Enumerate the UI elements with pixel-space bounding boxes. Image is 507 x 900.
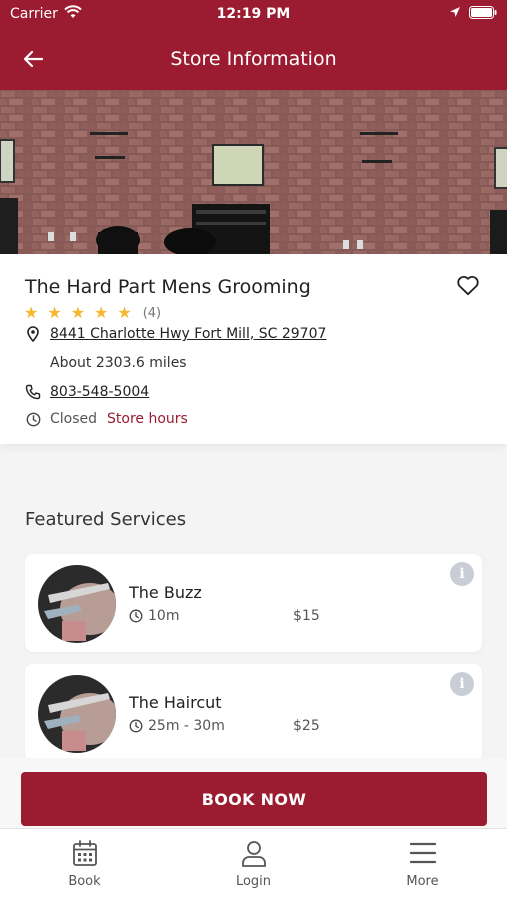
service-thumbnail — [38, 675, 116, 753]
phone-icon — [25, 384, 41, 400]
store-name: The Hard Part Mens Grooming — [25, 276, 311, 298]
tab-more[interactable]: More — [338, 829, 507, 900]
tab-login-label: Login — [235, 874, 272, 889]
wifi-icon — [64, 5, 82, 23]
tab-bar: Book Login More — [0, 828, 507, 900]
service-duration: 10m — [129, 608, 179, 624]
page-title: Store Information — [170, 48, 337, 70]
phone-row: 803-548-5004 — [25, 384, 149, 400]
rating-stars: ★ ★ ★ ★ ★ (4) — [24, 304, 161, 322]
service-card[interactable]: The Buzz 10m $15 i — [25, 554, 482, 652]
book-now-area: BOOK NOW — [0, 758, 507, 828]
clock-icon — [25, 411, 41, 427]
star-icon: ★ — [47, 303, 62, 322]
user-icon — [239, 838, 269, 868]
address-row: 8441 Charlotte Hwy Fort Mill, SC 29707 — [25, 326, 326, 342]
back-button[interactable] — [18, 44, 48, 74]
tab-login[interactable]: Login — [169, 829, 338, 900]
back-arrow-icon — [23, 50, 43, 68]
service-thumbnail — [38, 565, 116, 643]
distance-text: About 2303.6 miles — [50, 355, 187, 371]
tab-book[interactable]: Book — [0, 829, 169, 900]
tab-book-label: Book — [68, 874, 101, 889]
heart-icon — [457, 276, 479, 296]
service-name: The Haircut — [129, 693, 222, 712]
store-hours-link[interactable]: Store hours — [107, 411, 188, 427]
star-icon: ★ — [94, 303, 109, 322]
hours-row: Closed Store hours — [25, 411, 188, 427]
phone-link[interactable]: 803-548-5004 — [50, 384, 149, 400]
app-header: Carrier 12:19 PM Store Information — [0, 0, 507, 90]
store-info-card: The Hard Part Mens Grooming ★ ★ ★ ★ ★ (4… — [0, 254, 507, 444]
service-duration-text: 25m - 30m — [148, 718, 225, 734]
star-icon: ★ — [24, 303, 39, 322]
calendar-icon — [70, 838, 100, 868]
featured-services-title: Featured Services — [25, 509, 187, 530]
info-icon[interactable]: i — [450, 672, 474, 696]
distance-row: About 2303.6 miles — [50, 355, 187, 371]
map-pin-icon — [25, 326, 41, 342]
store-status: Closed — [50, 411, 98, 427]
carrier-label: Carrier — [10, 6, 58, 22]
service-duration: 25m - 30m — [129, 718, 225, 734]
service-name: The Buzz — [129, 583, 202, 602]
status-bar: Carrier 12:19 PM — [0, 0, 507, 28]
clock-icon — [129, 719, 143, 733]
service-duration-text: 10m — [148, 608, 180, 624]
menu-icon — [408, 838, 438, 868]
info-icon[interactable]: i — [450, 562, 474, 586]
service-card[interactable]: The Haircut 25m - 30m $25 i — [25, 664, 482, 762]
nav-bar: Store Information — [0, 28, 507, 90]
battery-icon — [469, 5, 497, 23]
rating-count: (4) — [142, 305, 162, 321]
service-price: $15 — [293, 608, 320, 624]
star-icon: ★ — [70, 303, 86, 322]
service-price: $25 — [293, 718, 320, 734]
store-photo — [0, 90, 507, 254]
star-icon: ★ — [117, 303, 132, 322]
location-arrow-icon — [449, 6, 461, 22]
address-link[interactable]: 8441 Charlotte Hwy Fort Mill, SC 29707 — [50, 326, 326, 342]
book-now-button[interactable]: BOOK NOW — [21, 772, 487, 826]
tab-more-label: More — [406, 874, 439, 889]
clock-icon — [129, 609, 143, 623]
favorite-button[interactable] — [455, 272, 481, 298]
